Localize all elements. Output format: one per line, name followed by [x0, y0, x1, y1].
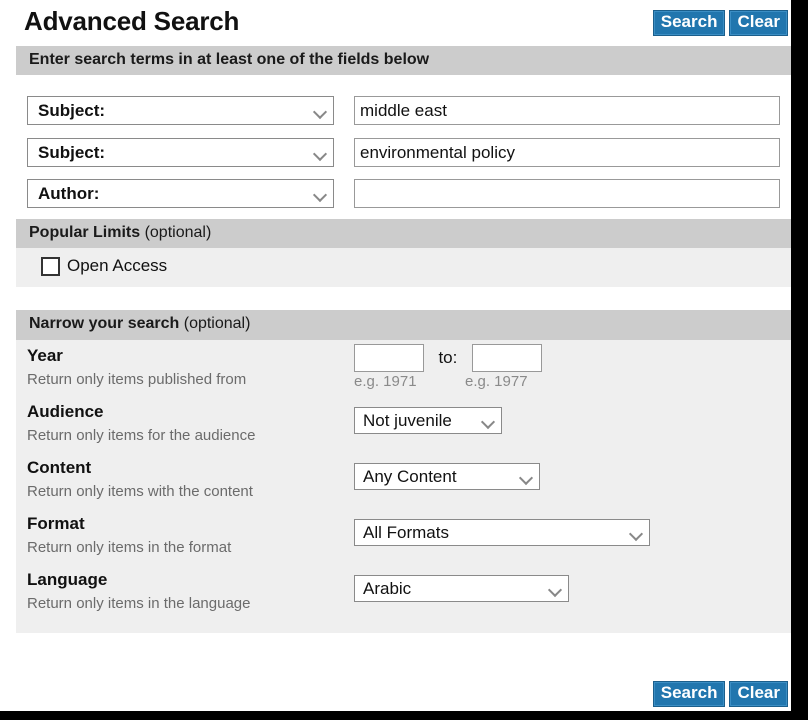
format-select-value: All Formats: [363, 522, 449, 542]
year-to-hint: e.g. 1977: [465, 373, 528, 390]
chevron-down-icon: [519, 470, 533, 484]
audience-select[interactable]: Not juvenile: [354, 407, 502, 434]
popular-limits-optional: (optional): [144, 224, 212, 241]
open-access-row[interactable]: Open Access: [16, 248, 791, 284]
year-to-label: to:: [438, 348, 458, 367]
popular-limits-section-header: Popular Limits (optional): [16, 219, 791, 248]
chevron-down-icon: [481, 414, 495, 428]
content-sublabel: Return only items with the content: [27, 483, 253, 500]
chevron-down-icon: [629, 526, 643, 540]
narrow-row-audience: Audience Return only items for the audie…: [16, 396, 791, 452]
chevron-down-icon: [548, 582, 562, 596]
audience-control: Not juvenile: [354, 407, 502, 434]
search-term-input-2[interactable]: [354, 138, 780, 167]
language-select-value: Arabic: [363, 578, 412, 598]
popular-limits-body: Open Access: [16, 248, 791, 287]
narrow-row-language: Language Return only items in the langua…: [16, 564, 791, 620]
year-range-controls: to:: [354, 344, 542, 372]
chevron-down-icon: [313, 187, 327, 201]
language-select[interactable]: Arabic: [354, 575, 569, 602]
field-select-1-value: Subject:: [38, 100, 106, 120]
audience-select-value: Not juvenile: [363, 410, 452, 430]
search-row-3: Author:: [0, 179, 791, 210]
audience-label: Audience: [27, 402, 104, 421]
search-row-1: Subject:: [0, 96, 791, 127]
search-terms-section-header: Enter search terms in at least one of th…: [16, 46, 791, 75]
language-sublabel: Return only items in the language: [27, 595, 251, 612]
narrow-section-optional: (optional): [183, 315, 251, 332]
chevron-down-icon: [313, 146, 327, 160]
field-select-3[interactable]: Author:: [27, 179, 334, 208]
field-select-2-value: Subject:: [38, 142, 106, 162]
year-from-hint: e.g. 1971: [354, 373, 417, 390]
year-label: Year: [27, 346, 63, 365]
content-select-value: Any Content: [363, 466, 457, 486]
clear-button-top[interactable]: Clear: [729, 10, 788, 36]
search-term-input-3[interactable]: [354, 179, 780, 208]
narrow-row-format: Format Return only items in the format A…: [16, 508, 791, 564]
field-select-3-value: Author:: [38, 183, 100, 203]
page-title: Advanced Search: [24, 6, 240, 36]
window-right-edge: [791, 0, 808, 720]
open-access-checkbox[interactable]: [41, 256, 60, 276]
language-control: Arabic: [354, 575, 569, 602]
format-label: Format: [27, 514, 85, 533]
content-control: Any Content: [354, 463, 540, 490]
search-terms-section-title: Enter search terms in at least one of th…: [29, 51, 430, 68]
open-access-label: Open Access: [67, 256, 168, 275]
search-term-input-1[interactable]: [354, 96, 780, 125]
chevron-down-icon: [313, 104, 327, 118]
narrow-row-year: Year Return only items published from to…: [16, 340, 791, 396]
advanced-search-page: Advanced Search Search Clear Enter searc…: [0, 0, 791, 711]
narrow-section-header: Narrow your search (optional): [16, 310, 791, 340]
audience-sublabel: Return only items for the audience: [27, 427, 256, 444]
field-select-2[interactable]: Subject:: [27, 138, 334, 167]
search-button-top[interactable]: Search: [652, 10, 726, 36]
year-to-input[interactable]: [471, 344, 542, 372]
page-header: Advanced Search Search Clear: [0, 0, 791, 46]
content-select[interactable]: Any Content: [354, 463, 540, 490]
year-hints: e.g. 1971 e.g. 1977: [354, 373, 528, 390]
format-sublabel: Return only items in the format: [27, 539, 232, 556]
narrow-row-content: Content Return only items with the conte…: [16, 452, 791, 508]
language-label: Language: [27, 570, 108, 589]
year-from-input[interactable]: [354, 344, 424, 372]
top-action-buttons: Search Clear: [652, 10, 788, 36]
search-button-bottom[interactable]: Search: [652, 681, 726, 707]
field-select-1[interactable]: Subject:: [27, 96, 334, 125]
bottom-action-buttons: Search Clear: [652, 681, 788, 707]
content-label: Content: [27, 458, 92, 477]
year-sublabel: Return only items published from: [27, 371, 247, 388]
search-row-2: Subject:: [0, 138, 791, 169]
format-control: All Formats: [354, 519, 650, 546]
popular-limits-title: Popular Limits: [29, 224, 141, 241]
narrow-section-title: Narrow your search: [29, 315, 180, 332]
narrow-section-body: Year Return only items published from to…: [16, 340, 791, 633]
window-bottom-edge: [0, 711, 808, 720]
format-select[interactable]: All Formats: [354, 519, 650, 546]
clear-button-bottom[interactable]: Clear: [729, 681, 788, 707]
